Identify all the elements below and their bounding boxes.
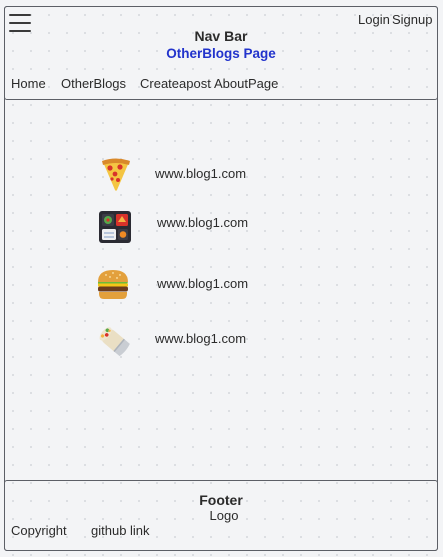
nav-link-otherblogs[interactable]: OtherBlogs — [61, 76, 126, 92]
footer-logo: Logo — [209, 508, 239, 523]
github-link[interactable]: github link — [91, 523, 150, 539]
blog-link[interactable]: www.blog1.com — [157, 276, 248, 292]
hamburger-menu-icon[interactable] — [9, 14, 31, 32]
nav-link-home[interactable]: Home — [11, 76, 46, 92]
blog-link[interactable]: www.blog1.com — [155, 331, 246, 347]
blog-link[interactable]: www.blog1.com — [157, 215, 248, 231]
copyright-text: Copyright — [11, 523, 67, 538]
footer-title: Footer — [199, 492, 243, 508]
blog-link[interactable]: www.blog1.com — [155, 166, 246, 182]
nav-title: Nav Bar — [194, 28, 248, 44]
nav-link-aboutpage[interactable]: AboutPage — [214, 76, 278, 92]
page-subtitle: OtherBlogs Page — [166, 46, 276, 61]
signup-link[interactable]: Signup — [392, 12, 432, 28]
pizza-icon — [102, 158, 130, 191]
burger-icon — [98, 270, 128, 299]
burrito-icon — [99, 327, 130, 357]
bento-box-icon — [99, 211, 131, 243]
login-link[interactable]: Login — [358, 12, 390, 28]
nav-link-createapost[interactable]: Createapost — [140, 76, 211, 92]
